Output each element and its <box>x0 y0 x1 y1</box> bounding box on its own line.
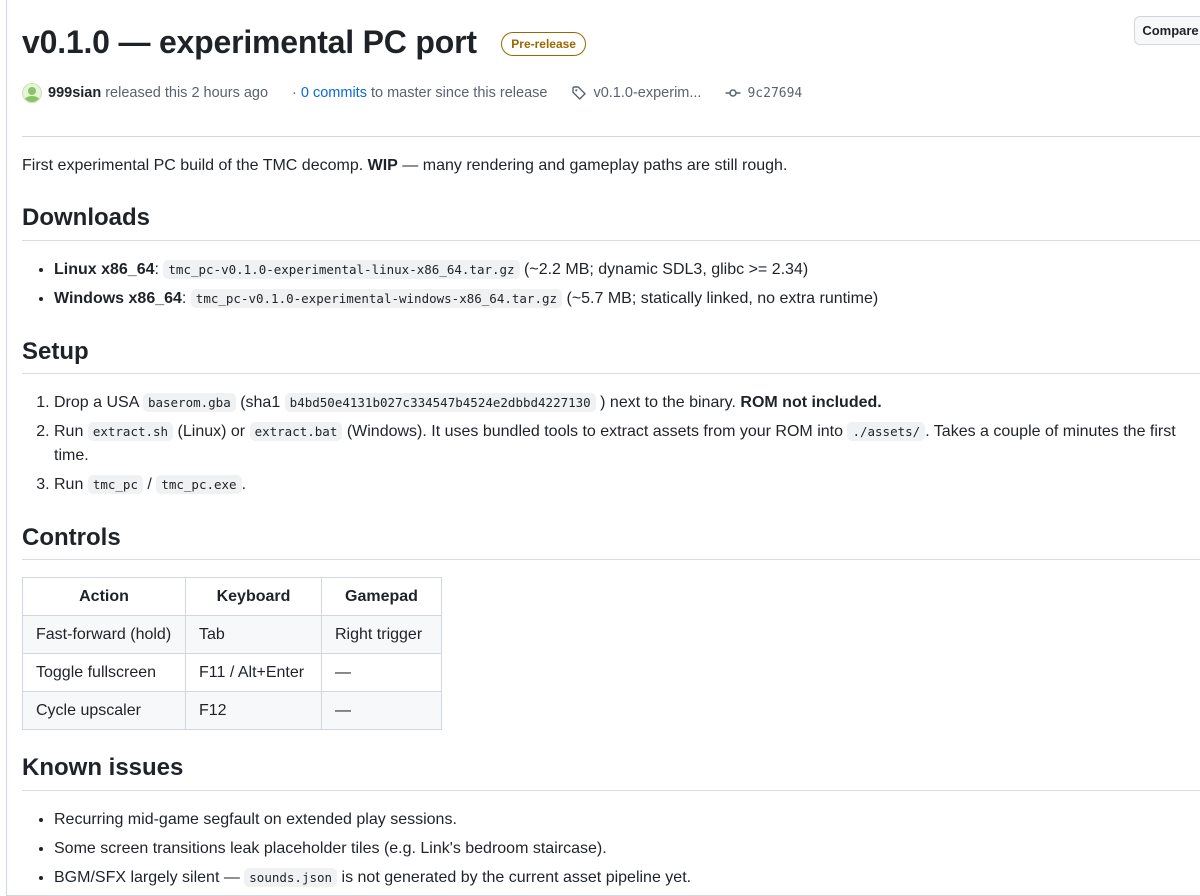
downloads-list: Linux x86_64: tmc_pc-v0.1.0-experimental… <box>22 259 878 317</box>
step-code: tmc_pc <box>87 475 143 494</box>
tag-link[interactable]: v0.1.0-experim... <box>571 85 701 101</box>
list-item: Windows x86_64: tmc_pc-v0.1.0-experiment… <box>54 288 878 310</box>
step-text: Drop a USA <box>54 394 139 411</box>
release-title[interactable]: v0.1.0 — experimental PC port <box>22 20 477 64</box>
table-cell: — <box>321 691 442 730</box>
table-row: Fast-forward (hold) Tab Right trigger <box>22 615 442 654</box>
release-header: v0.1.0 — experimental PC port Pre-releas… <box>22 20 586 64</box>
step-text: Run <box>54 476 84 493</box>
list-item: Recurring mid-game segfault on extended … <box>54 809 691 831</box>
table-cell: Fast-forward (hold) <box>22 615 186 654</box>
table-cell: Toggle fullscreen <box>22 653 186 692</box>
downloads-rule <box>22 240 1200 241</box>
commits-suffix: to master since this release <box>370 85 548 101</box>
setup-steps: Drop a USA baserom.gba (sha1 b4bd50e4131… <box>22 391 1190 502</box>
table-cell: Tab <box>185 615 322 654</box>
step-code: ./assets/ <box>847 422 926 441</box>
step-code: extract.bat <box>249 422 343 441</box>
column-header: Gamepad <box>321 577 442 616</box>
download-label: Windows x86_64 <box>54 290 182 307</box>
intro-prefix: First experimental PC build of the TMC d… <box>22 157 364 174</box>
download-file: tmc_pc-v0.1.0-experimental-linux-x86_64.… <box>163 260 520 279</box>
step-bold: ROM not included. <box>740 394 882 411</box>
downloads-heading: Downloads <box>22 204 151 231</box>
tag-icon <box>572 86 587 100</box>
table-header-row: Action Keyboard Gamepad <box>22 577 442 616</box>
issues-rule <box>22 790 1200 791</box>
intro-bold: WIP <box>367 157 398 174</box>
author-link[interactable]: 999sian <box>48 85 101 101</box>
table-cell: F12 <box>185 691 322 730</box>
intro-suffix: — many rendering and gameplay paths are … <box>402 157 788 174</box>
list-item: Run extract.sh (Linux) or extract.bat (W… <box>54 420 1190 468</box>
list-item: BGM/SFX largely silent — sounds.json is … <box>54 867 691 889</box>
step-text: . <box>241 476 247 493</box>
table-row: Toggle fullscreen F11 / Alt+Enter — <box>22 653 442 692</box>
column-header: Keyboard <box>185 577 322 616</box>
step-text: (sha1 <box>240 394 281 411</box>
controls-rule <box>22 559 1200 560</box>
commit-hash: 9c27694 <box>747 85 803 101</box>
step-code: tmc_pc.exe <box>156 475 242 494</box>
release-card: v0.1.0 — experimental PC port Pre-releas… <box>6 0 1200 896</box>
header-divider <box>22 136 1200 137</box>
download-note: (~5.7 MB; statically linked, no extra ru… <box>566 290 879 307</box>
list-item: Run tmc_pc / tmc_pc.exe. <box>54 473 1190 497</box>
issue-text: BGM/SFX largely silent — <box>54 869 240 886</box>
table-cell: Right trigger <box>321 615 442 654</box>
step-text: Run <box>54 423 84 440</box>
separator-dot: · <box>292 85 297 101</box>
step-text: / <box>147 476 152 493</box>
download-file: tmc_pc-v0.1.0-experimental-windows-x86_6… <box>190 289 563 308</box>
tag-name: v0.1.0-experim... <box>593 85 702 101</box>
issue-text: is not generated by the current asset pi… <box>341 869 692 886</box>
intro-paragraph: First experimental PC build of the TMC d… <box>22 155 787 177</box>
step-code: extract.sh <box>87 422 174 441</box>
compare-button[interactable]: Compare <box>1134 16 1200 45</box>
table-cell: F11 / Alt+Enter <box>185 653 322 692</box>
list-item: Linux x86_64: tmc_pc-v0.1.0-experimental… <box>54 259 878 281</box>
step-text: ) next to the binary. <box>600 394 736 411</box>
table-row: Cycle upscaler F12 — <box>22 691 442 730</box>
column-header: Action <box>22 577 186 616</box>
step-code: b4bd50e4131b027c334547b4524e2dbbd4227130 <box>284 393 596 412</box>
release-meta: 999sian released this 2 hours ago · 0 co… <box>22 81 802 105</box>
download-label: Linux x86_64 <box>54 261 155 278</box>
issues-list: Recurring mid-game segfault on extended … <box>22 809 691 895</box>
table-cell: Cycle upscaler <box>22 691 186 730</box>
commits-link[interactable]: 0 commits <box>301 85 367 101</box>
step-text: (Linux) or <box>177 423 246 440</box>
controls-heading: Controls <box>22 524 121 551</box>
commit-link[interactable]: 9c27694 <box>725 85 802 101</box>
released-text: released this 2 hours ago <box>105 85 269 101</box>
avatar[interactable] <box>22 83 42 103</box>
pre-release-badge: Pre-release <box>501 32 586 56</box>
setup-rule <box>22 373 1200 374</box>
step-text: (Windows). It uses bundled tools to extr… <box>346 423 843 440</box>
download-note: (~2.2 MB; dynamic SDL3, glibc >= 2.34) <box>524 261 809 278</box>
list-item: Some screen transitions leak placeholder… <box>54 838 691 860</box>
table-cell: — <box>321 653 442 692</box>
setup-heading: Setup <box>22 338 89 365</box>
issue-code: sounds.json <box>244 868 338 887</box>
controls-table: Action Keyboard Gamepad Fast-forward (ho… <box>22 577 442 730</box>
list-item: Drop a USA baserom.gba (sha1 b4bd50e4131… <box>54 391 1190 415</box>
step-code: baserom.gba <box>142 393 236 412</box>
issues-heading: Known issues <box>22 754 184 781</box>
commit-icon <box>725 89 741 97</box>
